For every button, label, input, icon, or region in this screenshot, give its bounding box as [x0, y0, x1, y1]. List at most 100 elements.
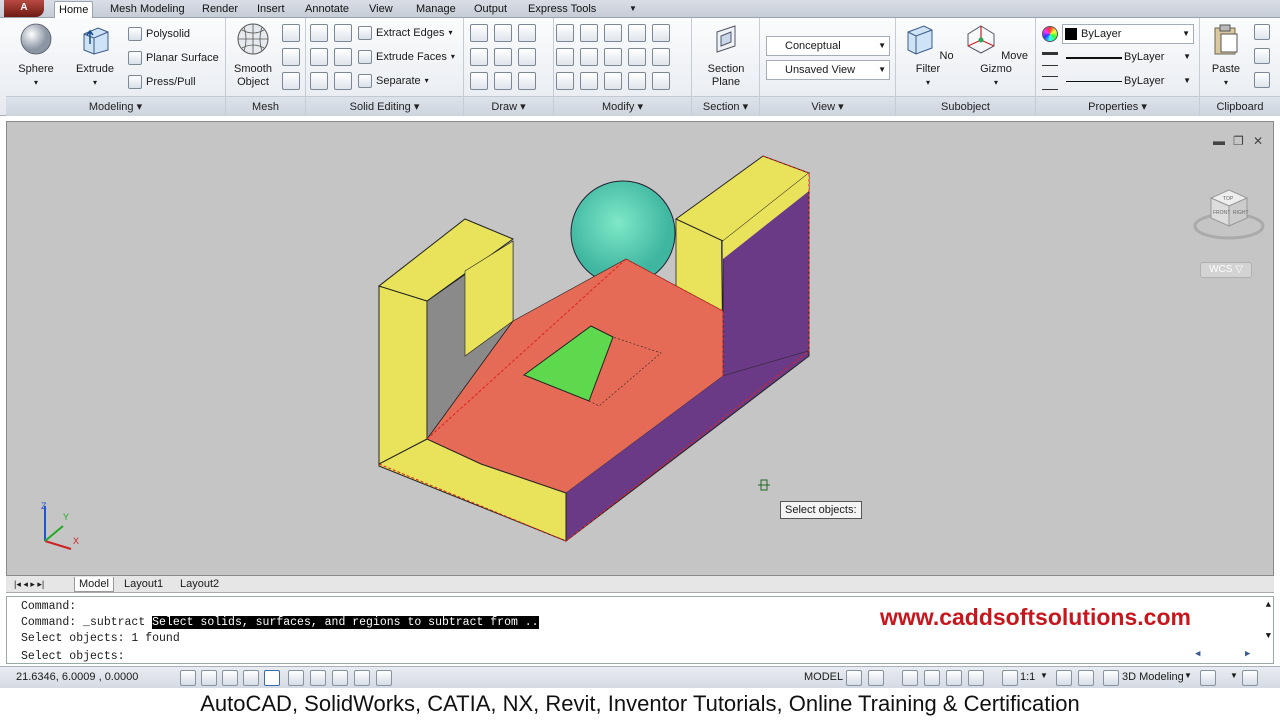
showmotion-icon[interactable]: [968, 670, 984, 686]
press-pull-button[interactable]: Press/Pull: [128, 71, 196, 93]
sphere-button[interactable]: Sphere ▾: [14, 22, 58, 89]
fillet-edge-icon[interactable]: [556, 24, 574, 42]
polygon-icon[interactable]: [470, 72, 488, 90]
auto-scale-icon[interactable]: [1078, 670, 1094, 686]
tab-view[interactable]: View: [365, 1, 397, 18]
workspace-name[interactable]: 3D Modeling: [1122, 671, 1184, 683]
extrude-button[interactable]: Extrude ▾: [70, 22, 120, 89]
subtract-icon[interactable]: [310, 48, 328, 66]
polysolid-button[interactable]: Polysolid: [128, 23, 190, 45]
extract-edges-button[interactable]: Extract Edges ▾: [358, 22, 453, 44]
mesh-refine-icon[interactable]: [282, 72, 300, 90]
viewcube[interactable]: TOP FRONT RIGHT: [1189, 182, 1269, 252]
tab-mesh-modeling[interactable]: Mesh Modeling: [106, 1, 189, 18]
circle-icon[interactable]: [518, 48, 536, 66]
planar-surface-button[interactable]: Planar Surface: [128, 47, 219, 69]
panel-title-view[interactable]: View ▾: [760, 96, 895, 116]
layout-quick-view-icon[interactable]: [846, 670, 862, 686]
tab-home[interactable]: Home: [54, 1, 94, 18]
rotate-icon[interactable]: [604, 48, 622, 66]
panel-title-draw[interactable]: Draw ▾: [464, 96, 553, 116]
spline-icon[interactable]: [470, 48, 488, 66]
panel-title-solid-editing[interactable]: Solid Editing ▾: [306, 96, 463, 116]
extrude-faces-button[interactable]: Extrude Faces ▾: [358, 46, 455, 68]
separate-button[interactable]: Separate ▾: [358, 70, 429, 92]
ribbon-options-dropdown-icon[interactable]: ▼: [627, 4, 639, 14]
status-menu-icon[interactable]: ▼: [1230, 671, 1238, 680]
tab-output[interactable]: Output: [470, 1, 511, 18]
object-snap-tracking-icon[interactable]: [310, 670, 326, 686]
3d-mirror-icon[interactable]: [652, 24, 670, 42]
smooth-object-button[interactable]: Smooth Object: [228, 22, 278, 89]
3d-model[interactable]: Z X Y: [7, 122, 1275, 577]
scale-icon[interactable]: [580, 72, 598, 90]
paste-button[interactable]: Paste ▾: [1206, 22, 1246, 89]
3d-array-icon[interactable]: [556, 48, 574, 66]
workspace-switch-icon[interactable]: [1103, 670, 1119, 686]
annotation-visibility-icon[interactable]: [1056, 670, 1072, 686]
tab-insert[interactable]: Insert: [253, 1, 289, 18]
pan-icon[interactable]: [902, 670, 918, 686]
explode-icon[interactable]: [652, 72, 670, 90]
mesh-primitive-icon[interactable]: [282, 24, 300, 42]
3d-align-icon[interactable]: [628, 24, 646, 42]
tab-express-tools[interactable]: Express Tools: [524, 1, 600, 18]
match-properties-icon[interactable]: [628, 72, 646, 90]
fillet-icon[interactable]: [652, 48, 670, 66]
color-dropdown[interactable]: ByLayer ▼: [1062, 24, 1194, 44]
annotation-scale-icon[interactable]: [1002, 670, 1018, 686]
tab-annotate[interactable]: Annotate: [301, 1, 353, 18]
ray-icon[interactable]: [494, 48, 512, 66]
annotation-scale-dropdown-icon[interactable]: ▼: [1040, 671, 1048, 680]
zoom-icon[interactable]: [924, 670, 940, 686]
tab-layout2[interactable]: Layout2: [176, 577, 223, 592]
workspace-dropdown-icon[interactable]: ▼: [1184, 671, 1192, 680]
steeringwheel-icon[interactable]: [946, 670, 962, 686]
model-space-toggle[interactable]: MODEL: [804, 671, 843, 683]
panel-title-modeling[interactable]: Modeling ▾: [6, 96, 225, 116]
panel-title-mesh[interactable]: Mesh: [226, 96, 305, 116]
dynamic-input-icon[interactable]: [354, 670, 370, 686]
command-scroll-down-icon[interactable]: ▼: [1266, 631, 1271, 641]
command-scroll-up-icon[interactable]: ▲: [1266, 600, 1271, 610]
linetype-dropdown[interactable]: ByLayer ▼: [1062, 72, 1194, 92]
grid-display-icon[interactable]: [201, 670, 217, 686]
drawing-quick-view-icon[interactable]: [868, 670, 884, 686]
array-icon[interactable]: [556, 72, 574, 90]
infer-constraints-icon[interactable]: [180, 670, 196, 686]
tab-layout1[interactable]: Layout1: [120, 577, 167, 592]
mesh-smooth-more-icon[interactable]: [282, 48, 300, 66]
3d-rotate-icon[interactable]: [604, 24, 622, 42]
command-hscroll-left-icon[interactable]: ◀: [1195, 649, 1200, 659]
arc-icon[interactable]: [518, 24, 536, 42]
union-icon[interactable]: [310, 24, 328, 42]
lineweight-dropdown[interactable]: ByLayer ▼: [1062, 48, 1194, 68]
ortho-mode-icon[interactable]: [222, 670, 238, 686]
line-icon[interactable]: [470, 24, 488, 42]
layout-nav-first-icon[interactable]: |◂ ◂ ▸ ▸|: [10, 577, 48, 592]
match-properties-clip-icon[interactable]: [1254, 72, 1270, 88]
stretch-icon[interactable]: [604, 72, 622, 90]
panel-title-properties[interactable]: Properties ▾: [1036, 96, 1199, 116]
tab-model[interactable]: Model: [74, 577, 114, 592]
wcs-menu[interactable]: WCS ▽: [1200, 262, 1252, 278]
named-view-dropdown[interactable]: Unsaved View ▼: [766, 60, 890, 80]
section-plane-button[interactable]: Section Plane: [698, 22, 754, 89]
command-input[interactable]: Select objects:: [21, 649, 125, 665]
polar-tracking-icon[interactable]: [243, 670, 259, 686]
clean-screen-icon[interactable]: [1242, 670, 1258, 686]
visual-style-dropdown[interactable]: Conceptual ▼: [766, 36, 890, 56]
move-gizmo-button[interactable]: Move Gizmo ▾: [962, 22, 1030, 89]
panel-title-modify[interactable]: Modify ▾: [554, 96, 691, 116]
left-wall-front-face[interactable]: [378, 285, 428, 465]
interfere-icon[interactable]: [334, 24, 352, 42]
annotation-scale-value[interactable]: 1:1: [1020, 671, 1035, 683]
offset-icon[interactable]: [580, 48, 598, 66]
cut-icon[interactable]: [1254, 24, 1270, 40]
copy-icon[interactable]: [1254, 48, 1270, 64]
thicken-icon[interactable]: [334, 72, 352, 90]
polyline-icon[interactable]: [494, 24, 512, 42]
lock-icon[interactable]: [1200, 670, 1216, 686]
lineweight-toggle-icon[interactable]: [376, 670, 392, 686]
panel-title-section[interactable]: Section ▾: [692, 96, 759, 116]
